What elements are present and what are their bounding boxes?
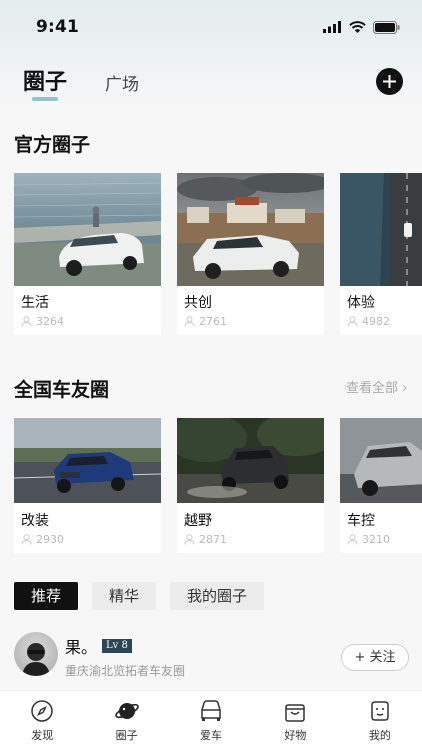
nav-discover[interactable]: 发现: [0, 691, 84, 750]
member-count-value: 4982: [362, 315, 390, 328]
nav-label: 发现: [31, 729, 54, 742]
user-icon: [347, 534, 358, 545]
compass-icon: [29, 698, 55, 724]
circle-name: 车控: [347, 513, 375, 529]
nav-shop[interactable]: 好物: [253, 691, 337, 750]
national-circles-row[interactable]: 改装 2930 越野 2871 车控 3210: [0, 418, 422, 553]
member-count: 2871: [184, 533, 227, 546]
user-icon: [184, 316, 195, 327]
tab-square[interactable]: 广场: [105, 70, 139, 95]
official-circles-row[interactable]: 生活 3264 共创 2761 体验 4982: [0, 173, 422, 335]
nav-circles[interactable]: 圈子: [84, 691, 168, 750]
filter-my-circles[interactable]: 我的圈子: [170, 582, 265, 610]
circle-name: 生活: [21, 295, 49, 311]
nav-profile[interactable]: 我的: [338, 691, 422, 750]
user-icon: [21, 316, 32, 327]
member-count-value: 3264: [36, 315, 64, 328]
member-count-value: 3210: [362, 533, 390, 546]
member-count-value: 2871: [199, 533, 227, 546]
wifi-icon: [349, 21, 366, 33]
car-icon: [198, 698, 224, 724]
member-count-value: 2930: [36, 533, 64, 546]
user-icon: [21, 534, 32, 545]
circle-name: 体验: [347, 295, 375, 311]
circle-card[interactable]: 体验 4982: [340, 173, 422, 335]
nav-label: 好物: [284, 729, 307, 742]
active-tab-indicator: [32, 97, 58, 101]
author-name[interactable]: 果。: [65, 634, 97, 658]
follow-button[interactable]: + 关注: [341, 644, 409, 671]
nav-label: 圈子: [115, 729, 138, 742]
member-count: 3264: [21, 315, 64, 328]
circle-card[interactable]: 车控 3210: [340, 418, 422, 553]
see-all-link[interactable]: 查看全部 ›: [346, 377, 407, 396]
circle-cover-image: [340, 173, 422, 286]
member-count: 4982: [347, 315, 390, 328]
member-count: 3210: [347, 533, 390, 546]
circle-cover-image: [177, 418, 324, 503]
profile-icon: [367, 698, 393, 724]
status-bar: 9:41: [0, 0, 422, 54]
avatar[interactable]: [14, 632, 58, 676]
member-count-value: 2761: [199, 315, 227, 328]
filter-recommended[interactable]: 推荐: [14, 582, 79, 610]
add-button[interactable]: [376, 68, 403, 95]
plus-icon: [383, 75, 396, 88]
status-icons: [323, 20, 400, 34]
user-icon: [184, 534, 195, 545]
level-badge: Lv 8: [102, 639, 132, 653]
nav-label: 我的: [368, 729, 391, 742]
circle-card[interactable]: 越野 2871: [177, 418, 324, 553]
planet-icon: [114, 698, 140, 724]
circle-name: 改装: [21, 513, 49, 529]
circle-cover-image: [14, 418, 161, 503]
filter-featured[interactable]: 精华: [92, 582, 157, 610]
circle-name: 越野: [184, 513, 212, 529]
author-circle[interactable]: 重庆渝北览拓者车友圈: [65, 662, 185, 679]
member-count: 2761: [184, 315, 227, 328]
circle-card[interactable]: 共创 2761: [177, 173, 324, 335]
signal-icon: [323, 21, 341, 33]
circle-cover-image: [177, 173, 324, 286]
circle-card[interactable]: 改装 2930: [14, 418, 161, 553]
nav-my-car[interactable]: 爱车: [169, 691, 253, 750]
circle-cover-image: [340, 418, 422, 503]
nav-label: 爱车: [200, 729, 223, 742]
member-count: 2930: [21, 533, 64, 546]
circle-name: 共创: [184, 295, 212, 311]
user-icon: [347, 316, 358, 327]
top-tab-bar: 圈子 广场: [0, 60, 422, 104]
bottom-nav: 发现 圈子 爱车 好物 我的: [0, 690, 422, 750]
battery-icon: [373, 20, 400, 34]
post-header: 果。 Lv 8 重庆渝北览拓者车友圈 + 关注: [14, 632, 409, 680]
shopping-bag-icon: [282, 698, 308, 724]
official-circles-title: 官方圈子: [14, 134, 91, 156]
feed-filter-tabs: 推荐 精华 我的圈子: [14, 582, 265, 610]
circle-card[interactable]: 生活 3264: [14, 173, 161, 335]
circle-cover-image: [14, 173, 161, 286]
status-time: 9:41: [36, 17, 80, 37]
tab-circles[interactable]: 圈子: [23, 64, 67, 96]
national-circles-title: 全国车友圈: [14, 379, 110, 401]
